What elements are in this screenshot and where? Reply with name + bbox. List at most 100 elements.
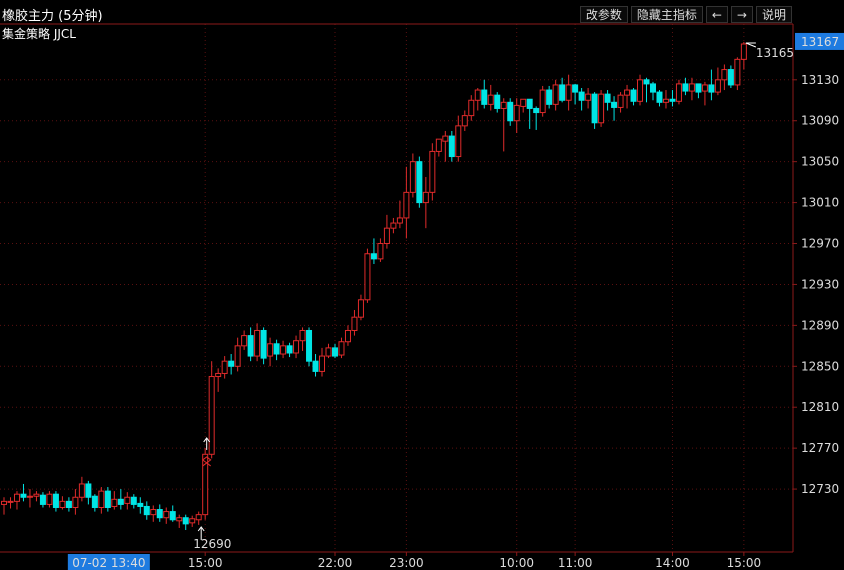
candle-up: [280, 345, 287, 355]
candle-down: [182, 517, 189, 525]
candle-up: [234, 345, 241, 367]
candle-up: [435, 138, 442, 152]
help-button[interactable]: 说明: [755, 6, 792, 23]
candle-up: [33, 493, 40, 497]
candle-up: [701, 84, 708, 92]
candle-up: [189, 518, 196, 524]
edit-params-button[interactable]: 改参数: [579, 6, 628, 23]
x-tick-label: 15:00: [727, 556, 762, 570]
candle-up: [617, 94, 624, 108]
candle-up: [1, 500, 7, 505]
candle-down: [643, 79, 650, 85]
candle-up: [163, 511, 170, 519]
candle-up: [215, 372, 222, 378]
candle-up: [364, 253, 371, 301]
candle-up: [241, 335, 248, 347]
candle-up: [429, 150, 436, 193]
candle-down: [247, 335, 254, 357]
candle-down: [331, 347, 338, 357]
candle-down: [708, 84, 715, 93]
candle-up: [688, 83, 695, 92]
candle-up: [409, 161, 416, 193]
candle-up: [468, 99, 475, 117]
candle-up: [721, 69, 728, 81]
candle-up: [585, 93, 592, 101]
candle-up: [565, 84, 572, 101]
candle-up: [46, 493, 53, 505]
candle-up: [13, 493, 20, 502]
candle-up: [442, 135, 449, 142]
x-tick-label: 11:00: [558, 556, 593, 570]
candle-down: [604, 93, 611, 103]
candle-up: [513, 104, 520, 122]
y-tick-label: 13010: [801, 196, 839, 210]
toolbar: 改参数 隐藏主指标 ← → 说明: [579, 6, 792, 23]
candle-up: [254, 329, 261, 357]
candle-down: [533, 107, 540, 114]
candle-down: [526, 98, 533, 109]
candle-up: [598, 93, 605, 124]
candle-up: [72, 496, 79, 508]
candle-up: [319, 355, 326, 372]
candle-up: [59, 500, 66, 508]
candle-down: [286, 345, 293, 354]
hide-main-indicator-button[interactable]: 隐藏主指标: [630, 6, 703, 23]
y-tick-label: 12970: [801, 237, 839, 251]
candle-down: [727, 69, 734, 86]
candle-down: [104, 490, 111, 508]
y-tick-label: 12810: [801, 400, 839, 414]
candle-up: [7, 500, 14, 503]
candle-down: [137, 502, 144, 507]
candle-up: [98, 490, 105, 508]
candle-down: [682, 83, 689, 92]
candle-up: [520, 98, 527, 107]
candle-down: [65, 500, 72, 508]
y-tick-label: 12730: [801, 482, 839, 496]
candle-up: [474, 89, 481, 101]
candle-down: [572, 84, 579, 93]
candle-up: [221, 360, 228, 374]
high-marker: [745, 42, 757, 48]
candle-up: [267, 343, 274, 357]
candle-up: [78, 483, 85, 498]
candle-down: [85, 483, 92, 498]
candle-up: [500, 101, 507, 109]
candle-up: [208, 376, 215, 455]
candle-up: [176, 517, 183, 522]
candle-down: [91, 495, 98, 508]
x-tick-label: 22:00: [318, 556, 353, 570]
candle-down: [448, 135, 455, 158]
candle-down: [695, 83, 702, 93]
candle-up: [396, 217, 403, 224]
y-tick-label: 13130: [801, 73, 839, 87]
candle-up: [662, 98, 669, 103]
candle-up: [422, 191, 429, 204]
arrow-right-icon[interactable]: →: [730, 6, 753, 23]
candle-down: [169, 511, 176, 521]
candle-down: [494, 94, 501, 109]
candlestick-chart[interactable]: 12730 12770 12810 12850 12890 12930 12970 13010…: [0, 0, 844, 570]
y-tick-label: 12930: [801, 277, 839, 291]
candle-down: [228, 360, 235, 367]
y-tick-label: 12850: [801, 359, 839, 373]
candle-down: [591, 93, 598, 124]
candle-down: [416, 161, 423, 204]
candle-up: [351, 316, 358, 331]
candle-up: [461, 115, 468, 127]
last-price-label: 13167: [801, 35, 839, 49]
arrow-left-icon[interactable]: ←: [705, 6, 728, 23]
candle-up: [383, 227, 390, 245]
chart-title: 橡胶主力 (5分钟): [2, 9, 103, 24]
candle-up: [338, 341, 345, 356]
candle-down: [117, 498, 124, 505]
x-tick-label: 10:00: [499, 556, 534, 570]
candle-down: [578, 91, 585, 101]
candle-down: [481, 89, 488, 105]
candle-up: [552, 84, 559, 105]
candle-down: [559, 84, 566, 101]
candle-down: [20, 493, 27, 498]
candle-up: [455, 125, 462, 158]
candle-down: [611, 101, 618, 108]
candle-down: [650, 83, 656, 93]
candle-down: [306, 329, 313, 362]
